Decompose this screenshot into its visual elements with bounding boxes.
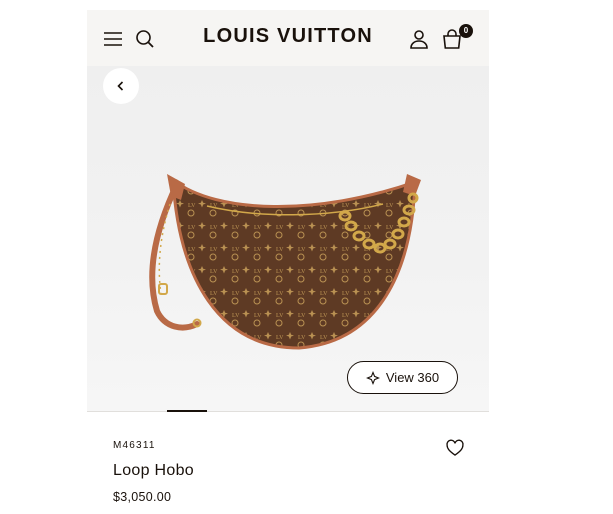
product-image: LV [149,174,421,350]
rotate-360-icon [365,370,380,385]
product-sku: M46311 [113,440,156,451]
product-image-gallery[interactable]: LV [87,66,489,411]
gallery-active-indicator [167,410,207,412]
cart-count-badge: 0 [459,24,473,38]
gallery-divider [87,411,489,412]
account-icon[interactable] [407,27,431,51]
view-360-button[interactable]: View 360 [347,361,458,394]
view-360-label: View 360 [385,370,440,385]
top-header: LOUIS VUITTON 0 [87,10,489,66]
product-page: LOUIS VUITTON 0 LV [87,10,489,514]
product-price: $3,050.00 [113,490,172,504]
wishlist-heart-icon[interactable] [445,438,465,458]
product-name: Loop Hobo [113,462,194,479]
